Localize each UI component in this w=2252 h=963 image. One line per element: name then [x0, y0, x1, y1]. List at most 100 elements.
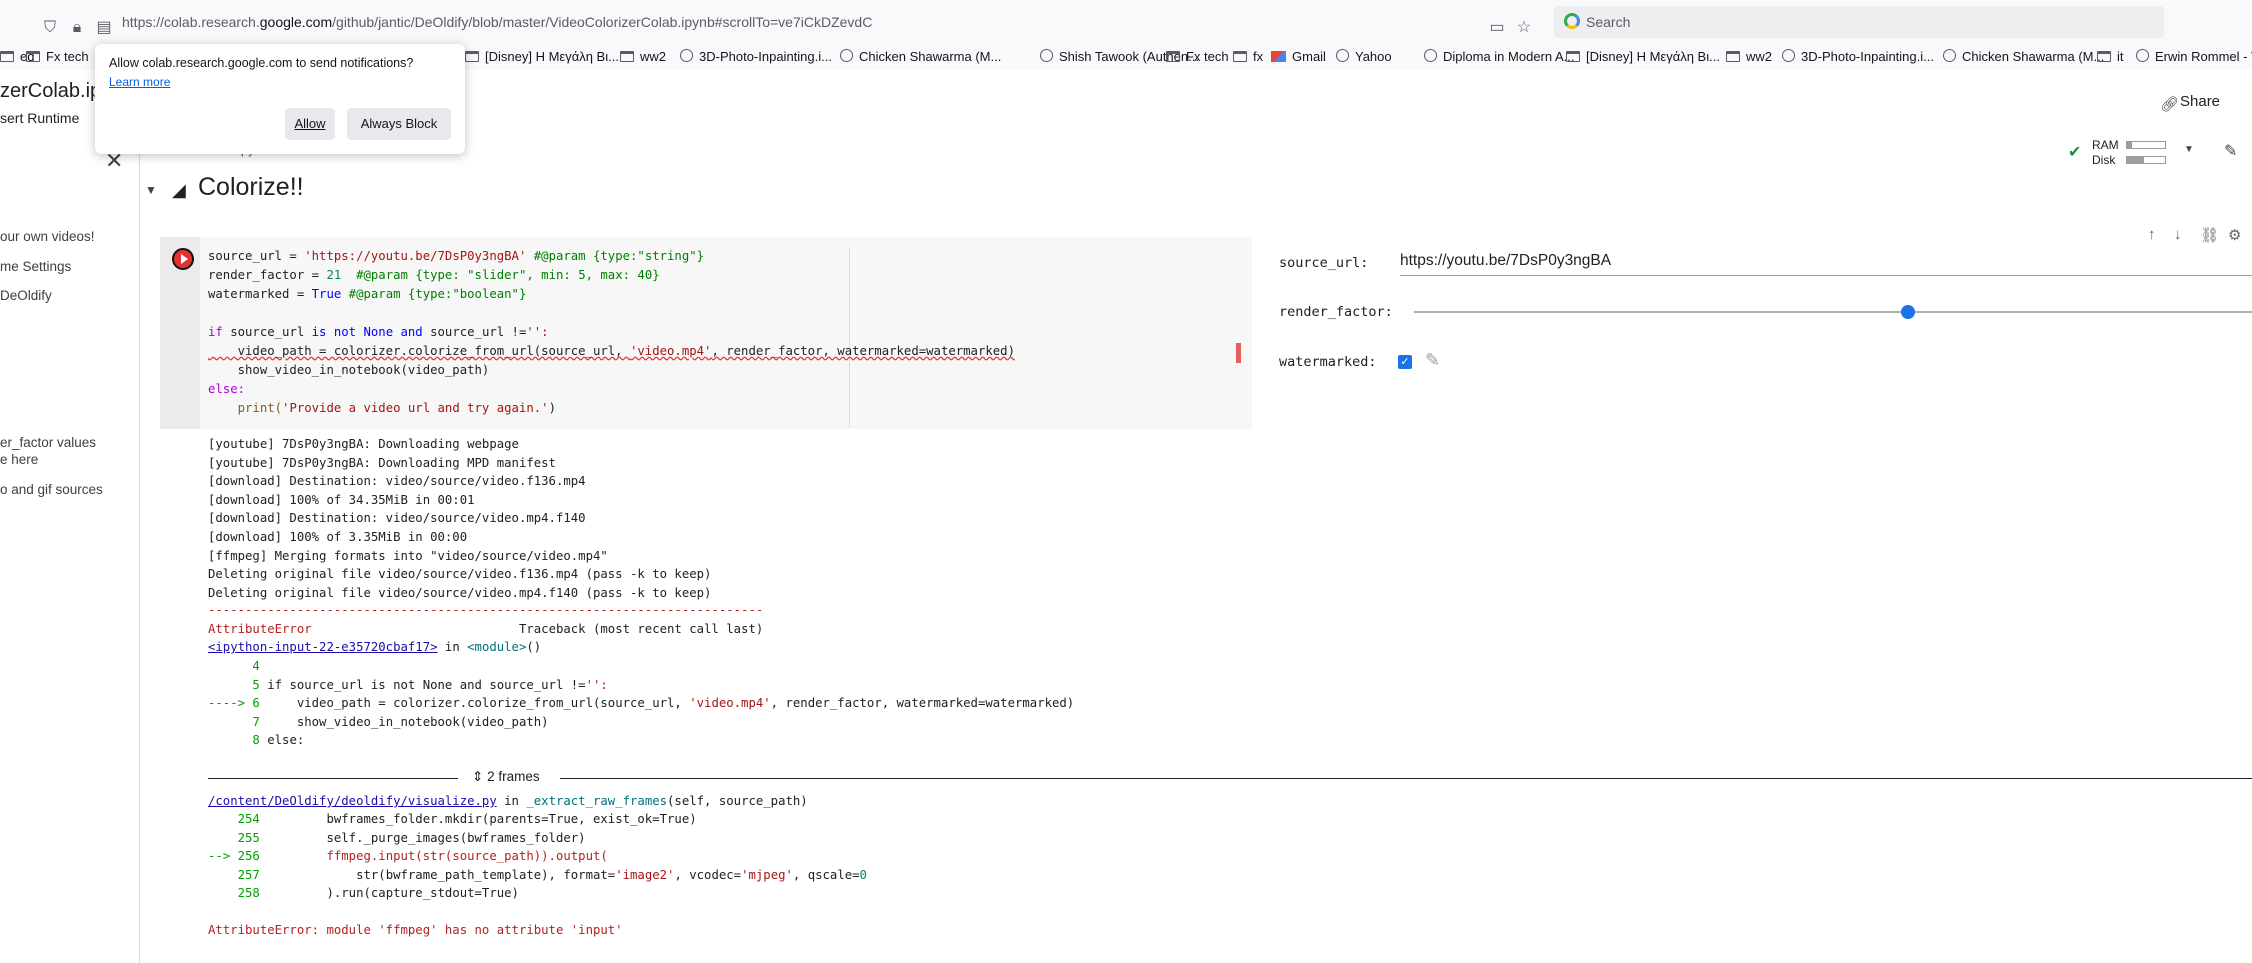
- traceback-location: <ipython-input-22-e35720cbaf17> in <modu…: [208, 640, 542, 654]
- ram-meter: [2126, 141, 2166, 149]
- browser-toolbar: ⛉ 🔒︎ ▤ https://colab.research.google.com…: [0, 0, 2252, 46]
- output-line: [download] 100% of 3.35MiB in 00:00: [208, 530, 468, 544]
- bookmark-label: ww2: [1746, 49, 1773, 64]
- bookmark-item[interactable]: 3D-Photo-Inpainting.i...: [680, 49, 832, 64]
- traceback-location: /content/DeOldify/deoldify/visualize.py …: [208, 794, 808, 808]
- output-line: [youtube] 7DsP0y3ngBA: Downloading MPD m…: [208, 455, 556, 470]
- bookmark-label: 3D-Photo-Inpainting.i...: [699, 49, 832, 64]
- form-icon: ◢: [172, 180, 186, 200]
- frames-divider: [560, 778, 2252, 779]
- allow-button[interactable]: Allow: [285, 108, 335, 140]
- bookmark-item[interactable]: ww2: [1726, 49, 1772, 64]
- collapse-arrow-icon[interactable]: ▼: [145, 183, 157, 197]
- code-line[interactable]: else:: [208, 382, 245, 396]
- bookmark-star-icon[interactable]: ☆: [1514, 18, 1534, 38]
- bookmark-item[interactable]: [Disney] Η Μεγάλη Bι...: [1566, 49, 1720, 64]
- bookmark-label: Erwin Rommel - V: [2155, 49, 2252, 64]
- output-line: Deleting original file video/source/vide…: [208, 567, 712, 582]
- bookmark-item[interactable]: Erwin Rommel - V: [2136, 49, 2252, 64]
- search-input[interactable]: Search: [1586, 14, 1630, 30]
- code-line[interactable]: if source_url is not None and source_url…: [208, 325, 549, 339]
- toc-item[interactable]: o and gif sources: [0, 482, 103, 497]
- section-title: Colorize!!: [198, 173, 304, 201]
- bookmark-item[interactable]: it: [2097, 49, 2124, 64]
- error-marker: [1236, 343, 1241, 363]
- globe-icon: [1424, 49, 1437, 62]
- move-up-icon[interactable]: ↑: [2148, 226, 2156, 243]
- watermarked-checkbox[interactable]: ✓: [1398, 355, 1412, 369]
- bookmark-item[interactable]: Chicken Shawarma (M...: [1943, 49, 2104, 64]
- traceback-line: 257 str(bwframe_path_template), format='…: [208, 868, 867, 882]
- notification-permission-icon[interactable]: ▤: [94, 18, 114, 38]
- traceback-line: 4: [208, 659, 260, 673]
- table-of-contents: our own videos! me Settings DeOldify er_…: [0, 136, 140, 963]
- bookmark-label: fx: [1253, 49, 1264, 64]
- code-line[interactable]: print('Provide a video url and try again…: [208, 401, 556, 415]
- always-block-button[interactable]: Always Block: [347, 108, 451, 140]
- render-factor-slider[interactable]: [1414, 311, 2252, 313]
- pencil-icon[interactable]: ✎: [1425, 350, 1440, 371]
- bookmark-item[interactable]: fx: [1233, 49, 1263, 64]
- bookmark-label: 3D-Photo-Inpainting.i...: [1801, 49, 1934, 64]
- toc-item[interactable]: DeOldify: [0, 288, 52, 303]
- shield-icon[interactable]: ⛉: [40, 18, 60, 38]
- toc-item[interactable]: er_factor values: [0, 435, 96, 450]
- frames-divider: [208, 778, 458, 779]
- bookmark-label: it: [2117, 49, 2124, 64]
- source-url-input[interactable]: https://youtu.be/7DsP0y3ngBA: [1400, 252, 2252, 276]
- checkmark-icon: ✔: [2068, 144, 2082, 161]
- bookmark-label: Gmail: [1292, 49, 1326, 64]
- run-cell-button[interactable]: [172, 248, 194, 270]
- bookmark-item[interactable]: Fx tech: [26, 49, 89, 64]
- bookmark-item[interactable]: Yahoo: [1336, 49, 1392, 64]
- code-line[interactable]: render_factor = 21 #@param {type: "slide…: [208, 268, 660, 282]
- traceback-line: 5 if source_url is not None and source_u…: [208, 678, 608, 692]
- bookmark-item[interactable]: Gmail: [1271, 49, 1326, 64]
- toc-item[interactable]: e here: [0, 452, 38, 467]
- code-line[interactable]: watermarked = True #@param {type:"boolea…: [208, 287, 526, 301]
- chevron-down-icon[interactable]: ▼: [2184, 144, 2194, 155]
- bookmark-item[interactable]: Diploma in Modern A...: [1424, 49, 1575, 64]
- move-down-icon[interactable]: ↓: [2174, 226, 2182, 243]
- traceback-line: 8 else:: [208, 733, 305, 747]
- output-line: Deleting original file video/source/vide…: [208, 585, 712, 600]
- edit-pencil-icon[interactable]: ✎: [2224, 141, 2237, 161]
- visualize-file-link[interactable]: /content/DeOldify/deoldify/visualize.py: [208, 794, 497, 808]
- folder-icon: [465, 51, 479, 62]
- notification-question: Allow colab.research.google.com to send …: [109, 56, 414, 70]
- code-line[interactable]: source_url = 'https://youtu.be/7DsP0y3ng…: [208, 249, 704, 263]
- bookmark-item[interactable]: 3D-Photo-Inpainting.i...: [1782, 49, 1934, 64]
- folder-icon: [1726, 51, 1740, 62]
- slider-thumb[interactable]: [1900, 305, 1915, 319]
- watermarked-label: watermarked:: [1279, 354, 1377, 370]
- frames-toggle[interactable]: ⇕ 2 frames: [472, 769, 540, 785]
- traceback-line: 254 bwframes_folder.mkdir(parents=True, …: [208, 812, 697, 826]
- url-bar[interactable]: ⛉ 🔒︎ ▤ https://colab.research.google.com…: [30, 6, 1560, 38]
- learn-more-link[interactable]: Learn more: [109, 75, 170, 89]
- share-button[interactable]: Share: [2180, 93, 2220, 110]
- toc-item[interactable]: me Settings: [0, 259, 71, 274]
- url-text[interactable]: https://colab.research.google.com/github…: [122, 14, 872, 30]
- ipython-input-link[interactable]: <ipython-input-22-e35720cbaf17>: [208, 640, 438, 654]
- toc-item[interactable]: our own videos!: [0, 229, 95, 244]
- traceback-line: 7 show_video_in_notebook(video_path): [208, 715, 549, 729]
- bookmark-label: [Disney] Η Μεγάλη Bι...: [485, 49, 619, 64]
- reader-view-icon[interactable]: ▭: [1487, 18, 1507, 38]
- bookmark-item[interactable]: Chicken Shawarma (M...: [840, 49, 1001, 64]
- output-line: [download] Destination: video/source/vid…: [208, 511, 586, 526]
- link-cell-icon[interactable]: ⛓: [2200, 226, 2219, 244]
- output-line: [download] Destination: video/source/vid…: [208, 474, 586, 489]
- code-line[interactable]: show_video_in_notebook(video_path): [208, 363, 490, 377]
- bookmark-item[interactable]: Fx tech: [1166, 49, 1229, 64]
- menu-bar[interactable]: sert Runtime: [0, 110, 79, 126]
- globe-icon: [1782, 49, 1795, 62]
- search-bar[interactable]: Search: [1554, 6, 2164, 38]
- settings-gear-icon[interactable]: ⚙: [2228, 226, 2241, 244]
- globe-icon: [680, 49, 693, 62]
- editor-form-divider: [849, 248, 850, 428]
- lock-icon[interactable]: 🔒︎: [67, 18, 87, 38]
- code-line[interactable]: video_path = colorizer.colorize_from_url…: [208, 344, 1015, 358]
- bookmark-item[interactable]: [Disney] Η Μεγάλη Bι...: [465, 49, 619, 64]
- bookmark-label: Fx tech: [1186, 49, 1229, 64]
- bookmark-item[interactable]: ww2: [620, 49, 666, 64]
